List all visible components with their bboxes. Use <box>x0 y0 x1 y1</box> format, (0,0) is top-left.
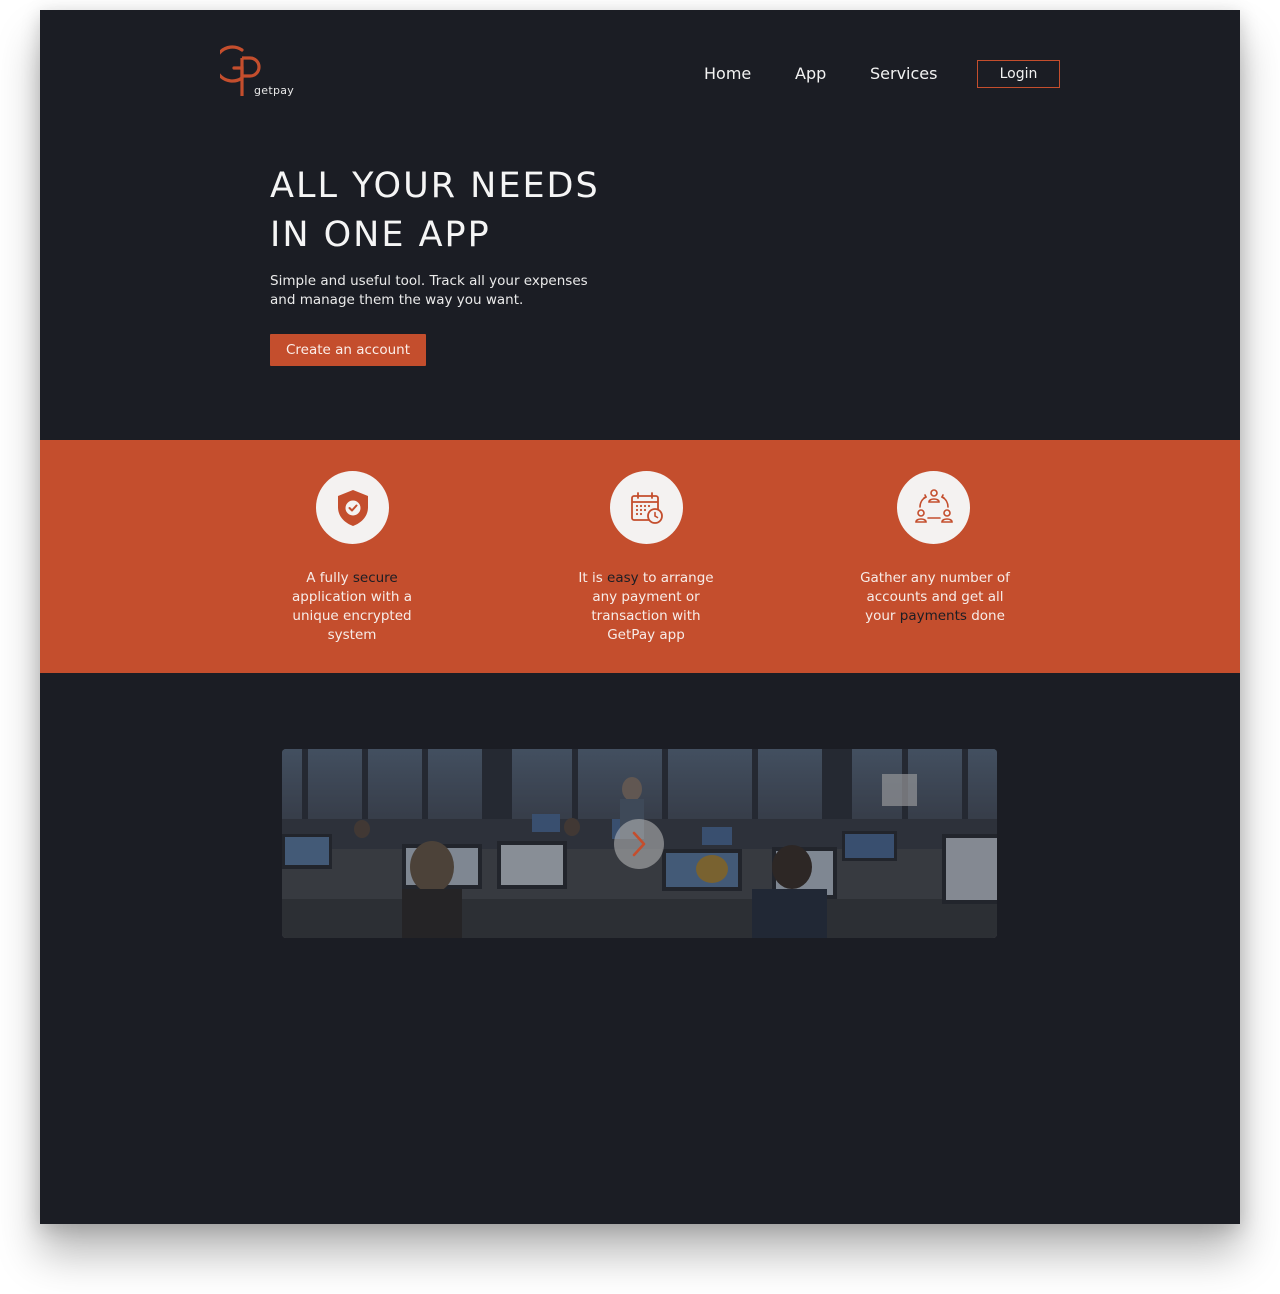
feature-secure-text: A fully secure application with a unique… <box>272 569 432 645</box>
hero-title: ALL YOUR NEEDS IN ONE APP <box>270 162 670 260</box>
feature-text-part: A fully <box>306 570 353 586</box>
create-account-button[interactable]: Create an account <box>270 334 426 366</box>
features-band: A fully secure application with a unique… <box>40 440 1240 673</box>
nav-services[interactable]: Services <box>870 64 937 83</box>
hero-subtitle: Simple and useful tool. Track all your e… <box>270 273 588 308</box>
feature-highlight: easy <box>607 570 639 586</box>
getpay-logo[interactable]: getpay <box>220 44 300 104</box>
feature-icon-circle <box>897 471 970 544</box>
page-frame: getpay Home App Services Login ALL YOUR … <box>40 10 1240 1224</box>
nav-home[interactable]: Home <box>704 64 751 83</box>
chevron-right-icon <box>632 831 646 857</box>
feature-easy-text: It is easy to arrange any payment or tra… <box>566 569 726 645</box>
feature-payments-text: Gather any number of accounts and get al… <box>855 569 1015 626</box>
feature-highlight: payments <box>899 608 967 624</box>
feature-highlight: secure <box>352 570 398 586</box>
feature-text-part: application with a unique encrypted syst… <box>292 589 412 643</box>
users-network-icon <box>914 488 953 523</box>
shield-check-icon <box>337 489 368 526</box>
nav-app[interactable]: App <box>795 64 826 83</box>
carousel-next-button[interactable] <box>614 819 664 869</box>
feature-text-part: done <box>966 608 1005 624</box>
hero-title-line-2: IN ONE APP <box>270 215 491 255</box>
feature-icon-circle <box>610 471 683 544</box>
calendar-clock-icon <box>630 491 663 524</box>
hero-title-line-1: ALL YOUR NEEDS <box>270 166 600 206</box>
feature-icon-circle <box>316 471 389 544</box>
login-button[interactable]: Login <box>977 60 1060 88</box>
feature-text-part: It is <box>578 570 608 586</box>
logo-text: getpay <box>254 84 295 97</box>
office-workspace-photo <box>282 749 997 938</box>
